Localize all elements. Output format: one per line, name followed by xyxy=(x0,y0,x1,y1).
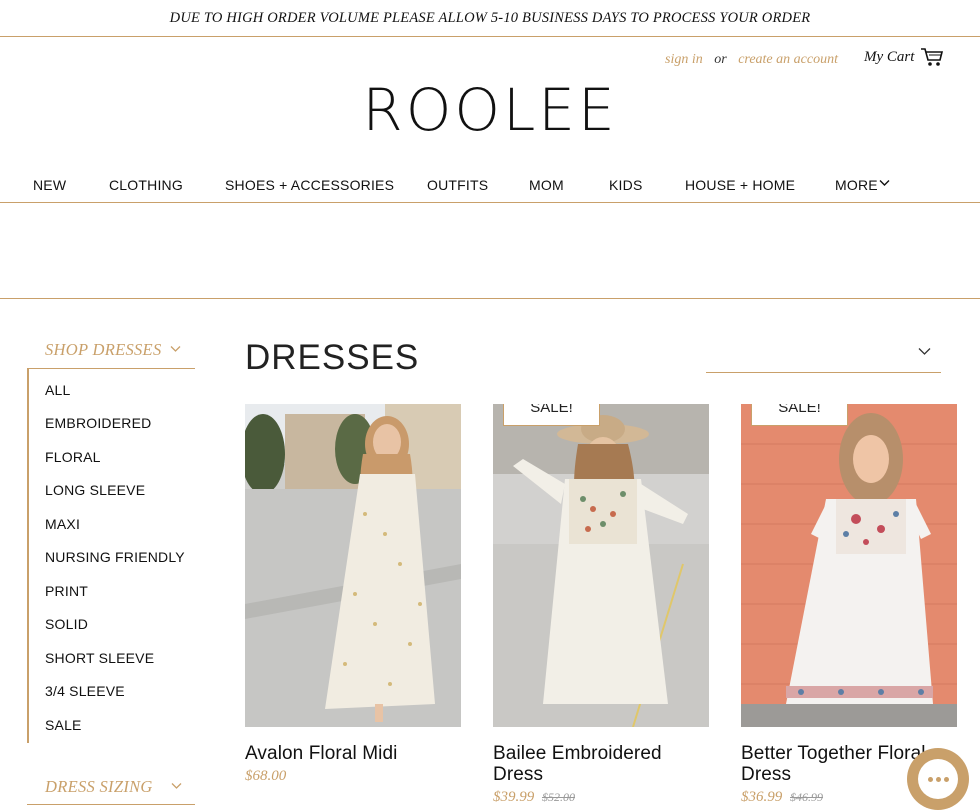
chevron-down-icon xyxy=(171,783,182,789)
sidebar-item-solid[interactable]: SOLID xyxy=(45,616,88,632)
nav-item-outfits[interactable]: OUTFITS xyxy=(427,177,488,193)
product-name[interactable]: Bailee Embroidered Dress xyxy=(493,743,709,785)
cart-button[interactable]: My Cart xyxy=(864,47,944,67)
nav-item-clothing[interactable]: CLOTHING xyxy=(109,177,183,193)
chat-button[interactable] xyxy=(907,748,969,810)
sort-select[interactable] xyxy=(706,339,941,373)
sidebar-item-embroidered[interactable]: EMBROIDERED xyxy=(45,415,151,431)
nav-item-new[interactable]: NEW xyxy=(33,177,66,193)
sale-badge: SALE! xyxy=(503,404,600,426)
sidebar-divider xyxy=(27,804,195,805)
current-price: $68.00 xyxy=(245,768,287,784)
create-account-link[interactable]: create an account xyxy=(738,52,838,67)
dress-sizing-label: DRESS SIZING xyxy=(45,777,153,796)
original-price: $52.00 xyxy=(542,790,575,804)
sidebar-item-print[interactable]: PRINT xyxy=(45,583,88,599)
sidebar-item-nursing-friendly[interactable]: NURSING FRIENDLY xyxy=(45,549,185,565)
or-text: or xyxy=(714,52,727,67)
nav-item-more[interactable]: MORE xyxy=(835,177,890,193)
sidebar-item-all[interactable]: ALL xyxy=(45,382,71,398)
sidebar-item-three-quarter-sleeve[interactable]: 3/4 SLEEVE xyxy=(45,683,125,699)
product-photo-embroidered-dress xyxy=(493,404,709,727)
nav-item-mom[interactable]: MOM xyxy=(529,177,564,193)
site-logo[interactable]: ROOLEE xyxy=(0,76,980,144)
sidebar-item-long-sleeve[interactable]: LONG SLEEVE xyxy=(45,482,145,498)
product-price: $68.00 xyxy=(245,768,461,785)
chevron-down-icon xyxy=(918,348,931,355)
sidebar-item-sale[interactable]: SALE xyxy=(45,717,82,733)
product-photo-floral-midi xyxy=(245,404,461,727)
product-card[interactable]: SALE! Bailee Embroidered Dress $39.99 $5… xyxy=(493,404,709,806)
sidebar-item-maxi[interactable]: MAXI xyxy=(45,516,80,532)
sidebar-divider xyxy=(27,368,195,369)
chat-bubble-icon xyxy=(918,759,958,799)
account-links: sign in or create an account xyxy=(665,52,838,68)
product-image[interactable]: SALE! xyxy=(493,404,709,727)
product-card[interactable]: Avalon Floral Midi $68.00 xyxy=(245,404,461,785)
nav-item-house-home[interactable]: HOUSE + HOME xyxy=(685,177,795,193)
sidebar-item-floral[interactable]: FLORAL xyxy=(45,449,101,465)
nav-item-shoes-accessories[interactable]: SHOES + ACCESSORIES xyxy=(225,177,394,193)
original-price: $46.99 xyxy=(790,790,823,804)
sale-badge: SALE! xyxy=(751,404,848,426)
sign-in-link[interactable]: sign in xyxy=(665,52,703,67)
cart-icon xyxy=(921,48,944,66)
main-nav: NEW CLOTHING SHOES + ACCESSORIES OUTFITS… xyxy=(0,172,980,203)
product-photo-floral-dress xyxy=(741,404,957,727)
chevron-down-icon xyxy=(170,346,180,352)
announcement-text: DUE TO HIGH ORDER VOLUME PLEASE ALLOW 5-… xyxy=(169,9,811,26)
product-price: $39.99 $52.00 xyxy=(493,789,709,806)
page-title: DRESSES xyxy=(245,338,420,377)
shop-dresses-label: SHOP DRESSES xyxy=(45,340,162,359)
current-price: $36.99 xyxy=(741,789,783,805)
product-image[interactable]: SALE! xyxy=(741,404,957,727)
product-image[interactable] xyxy=(245,404,461,727)
divider xyxy=(0,298,980,299)
chevron-down-icon xyxy=(879,180,890,186)
dress-sizing-toggle[interactable]: DRESS SIZING xyxy=(45,777,182,797)
cart-label: My Cart xyxy=(864,48,915,65)
product-name[interactable]: Avalon Floral Midi xyxy=(245,743,461,764)
shop-dresses-toggle[interactable]: SHOP DRESSES xyxy=(45,340,181,360)
nav-more-label: MORE xyxy=(835,177,878,193)
announcement-bar: DUE TO HIGH ORDER VOLUME PLEASE ALLOW 5-… xyxy=(0,0,980,37)
current-price: $39.99 xyxy=(493,789,535,805)
sidebar-list-border xyxy=(27,369,29,743)
product-card[interactable]: SALE! Better Together Floral Dress $36.9… xyxy=(741,404,957,806)
nav-item-kids[interactable]: KIDS xyxy=(609,177,642,193)
sidebar-item-short-sleeve[interactable]: SHORT SLEEVE xyxy=(45,650,154,666)
